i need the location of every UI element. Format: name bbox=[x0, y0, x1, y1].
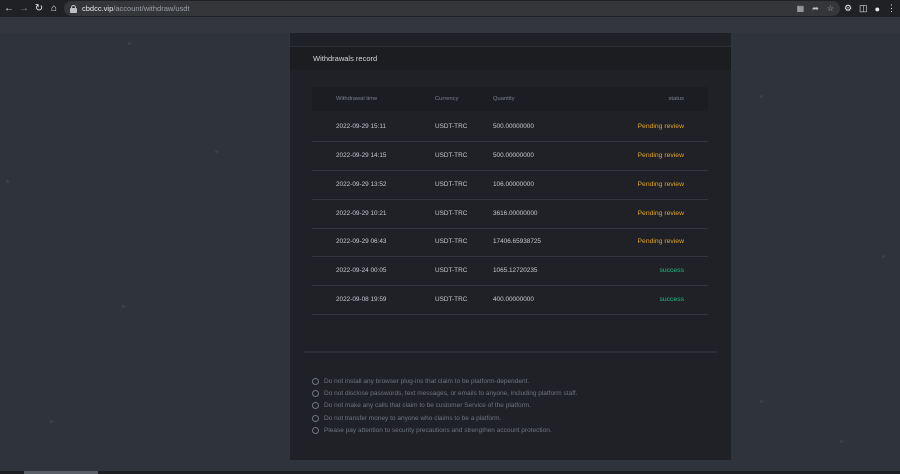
row-quantity: 500.00000000 bbox=[493, 152, 534, 159]
row-quantity: 400.00000000 bbox=[493, 296, 534, 303]
list-item: Do not transfer money to anyone who clai… bbox=[312, 412, 578, 424]
row-currency: USDT-TRC bbox=[435, 210, 468, 217]
row-currency: USDT-TRC bbox=[435, 123, 468, 130]
browser-toolbar: ← → ↻ ⌂ cbdcc.vip/account/withdraw/usdt … bbox=[0, 0, 900, 17]
background-dot bbox=[882, 255, 885, 258]
row-time: 2022-09-29 13:52 bbox=[336, 181, 387, 188]
row-quantity: 1065.12720235 bbox=[493, 267, 538, 274]
row-time: 2022-09-29 15:11 bbox=[336, 123, 386, 130]
table-row: 2022-09-29 13:52 USDT-TRC 106.00000000 P… bbox=[312, 171, 708, 200]
table-row: 2022-09-08 19:59 USDT-TRC 400.00000000 s… bbox=[312, 286, 708, 315]
panel-header: Withdrawals record bbox=[290, 46, 731, 70]
header-quantity: Quantity bbox=[493, 96, 515, 102]
status-badge: Pending review bbox=[637, 238, 684, 245]
page-header-bar bbox=[0, 17, 900, 33]
table-row: 2022-09-29 14:15 USDT-TRC 500.00000000 P… bbox=[312, 142, 708, 171]
status-badge: Pending review bbox=[637, 123, 684, 130]
url-path: /account/withdraw/usdt bbox=[113, 4, 190, 13]
table-row: 2022-09-24 00:05 USDT-TRC 1065.12720235 … bbox=[312, 257, 708, 286]
row-currency: USDT-TRC bbox=[435, 181, 468, 188]
row-quantity: 17406.65938725 bbox=[493, 238, 541, 245]
status-badge: Pending review bbox=[637, 181, 684, 188]
tip-text: Do not install any browser plug-ins that… bbox=[324, 377, 530, 385]
row-time: 2022-09-29 14:15 bbox=[336, 152, 387, 159]
list-item: Do not disclose passwords, text messages… bbox=[312, 387, 578, 399]
row-time: 2022-09-24 00:05 bbox=[336, 267, 387, 274]
status-badge: success bbox=[659, 296, 684, 303]
info-circle-icon bbox=[312, 377, 319, 385]
row-quantity: 500.00000000 bbox=[493, 123, 534, 130]
status-badge: success bbox=[659, 267, 684, 274]
list-item: Do not make any calls that claim to be c… bbox=[312, 400, 578, 412]
background-dot bbox=[760, 400, 763, 403]
header-status: status bbox=[668, 96, 684, 102]
security-tips: Do not install any browser plug-ins that… bbox=[312, 375, 578, 436]
background-dot bbox=[6, 180, 9, 183]
row-time: 2022-09-29 06:43 bbox=[336, 238, 387, 245]
url-domain: cbdcc.vip bbox=[82, 4, 114, 13]
list-item: Do not install any browser plug-ins that… bbox=[312, 375, 578, 387]
tip-text: Do not make any calls that claim to be c… bbox=[324, 402, 532, 410]
info-circle-icon bbox=[312, 389, 319, 397]
profile-icon[interactable]: ● bbox=[875, 4, 880, 14]
star-icon[interactable]: ☆ bbox=[827, 4, 834, 13]
row-quantity: 106.00000000 bbox=[493, 181, 534, 188]
row-currency: USDT-TRC bbox=[435, 296, 468, 303]
row-currency: USDT-TRC bbox=[435, 152, 468, 159]
background-dot bbox=[840, 440, 843, 443]
tip-text: Do not transfer money to anyone who clai… bbox=[324, 414, 502, 422]
back-arrow-icon[interactable]: ← bbox=[1, 0, 17, 17]
table-row: 2022-09-29 10:21 USDT-TRC 3616.00000000 … bbox=[312, 200, 708, 229]
extensions-icon[interactable]: ⚙ bbox=[844, 3, 852, 14]
row-currency: USDT-TRC bbox=[435, 238, 468, 245]
panel-title: Withdrawals record bbox=[313, 54, 378, 63]
side-panel-icon[interactable]: ◫ bbox=[859, 3, 868, 14]
address-bar[interactable]: cbdcc.vip/account/withdraw/usdt ▦ ➦ ☆ bbox=[64, 1, 840, 16]
share-icon[interactable]: ➦ bbox=[812, 4, 819, 13]
row-quantity: 3616.00000000 bbox=[493, 210, 538, 217]
home-icon[interactable]: ⌂ bbox=[46, 0, 62, 17]
url-text[interactable]: cbdcc.vip/account/withdraw/usdt bbox=[82, 4, 190, 13]
tip-text: Do not disclose passwords, text messages… bbox=[324, 389, 578, 397]
table-header: Withdrawal time Currency Quantity status bbox=[312, 87, 708, 111]
background-dot bbox=[128, 42, 131, 45]
background-dot bbox=[215, 150, 218, 153]
menu-icon[interactable]: ⋮ bbox=[887, 3, 896, 14]
info-circle-icon bbox=[312, 402, 319, 410]
reload-icon[interactable]: ↻ bbox=[31, 0, 47, 17]
header-withdrawal-time: Withdrawal time bbox=[336, 96, 378, 102]
tip-text: Please pay attention to security precaut… bbox=[324, 426, 552, 434]
background-dot bbox=[50, 420, 53, 423]
section-divider bbox=[304, 351, 717, 353]
table-row: 2022-09-29 15:11 USDT-TRC 500.00000000 P… bbox=[312, 113, 708, 142]
lock-icon[interactable] bbox=[70, 4, 77, 13]
row-time: 2022-09-08 19:59 bbox=[336, 296, 387, 303]
info-circle-icon bbox=[312, 426, 319, 434]
translate-icon[interactable]: ▦ bbox=[797, 4, 805, 13]
info-circle-icon bbox=[312, 414, 319, 422]
background-dot bbox=[122, 305, 125, 308]
status-badge: Pending review bbox=[637, 210, 684, 217]
header-currency: Currency bbox=[435, 96, 459, 102]
list-item: Please pay attention to security precaut… bbox=[312, 424, 578, 436]
row-time: 2022-09-29 10:21 bbox=[336, 210, 387, 217]
status-badge: Pending review bbox=[637, 152, 684, 159]
background-dot bbox=[760, 95, 763, 98]
forward-arrow-icon[interactable]: → bbox=[16, 0, 32, 17]
table-row: 2022-09-29 06:43 USDT-TRC 17406.65938725… bbox=[312, 228, 708, 257]
row-currency: USDT-TRC bbox=[435, 267, 468, 274]
withdrawals-panel: Withdrawals record Withdrawal time Curre… bbox=[290, 33, 731, 460]
